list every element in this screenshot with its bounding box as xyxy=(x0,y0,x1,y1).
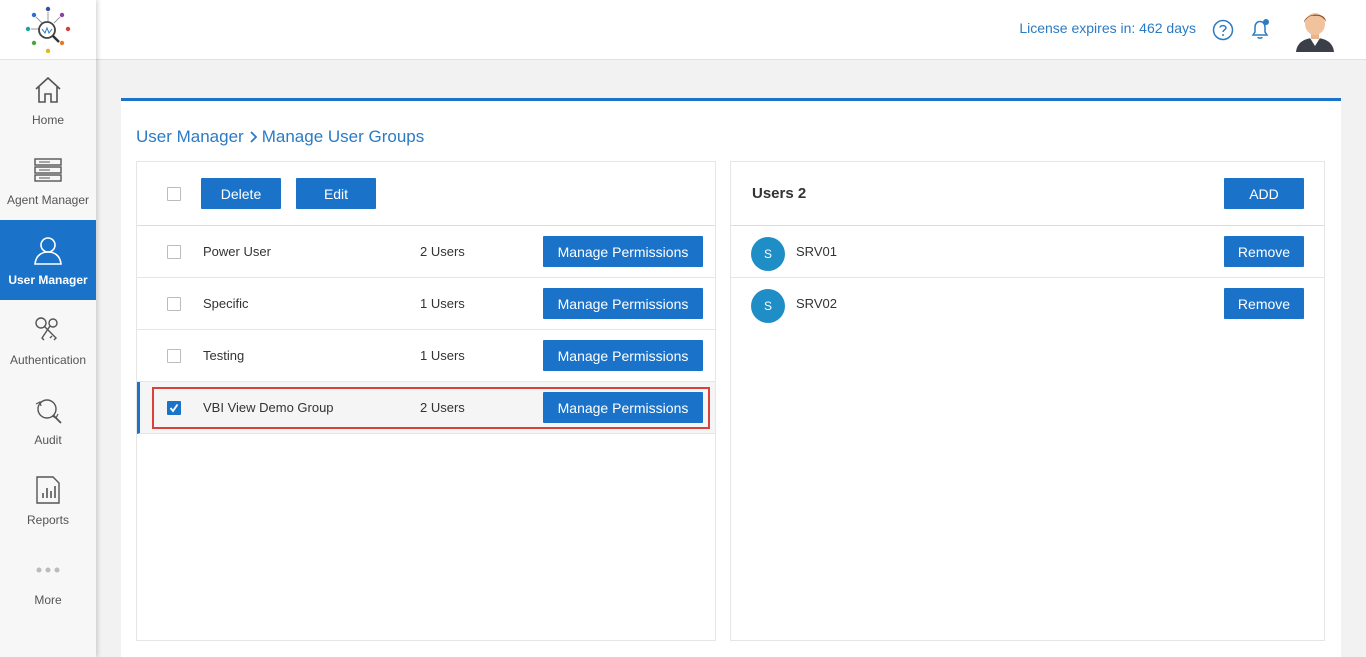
home-icon xyxy=(31,73,65,107)
edit-button[interactable]: Edit xyxy=(296,178,376,209)
server-icon xyxy=(31,153,65,187)
sidebar-item-label: Agent Manager xyxy=(6,193,90,207)
group-name: Testing xyxy=(203,348,245,363)
manage-permissions-button[interactable]: Manage Permissions xyxy=(543,392,703,423)
group-row[interactable]: Specific 1 Users Manage Permissions xyxy=(137,278,715,330)
user-name: SRV02 xyxy=(796,296,837,311)
sidebar-item-label: Authentication xyxy=(9,353,87,367)
group-row[interactable]: Testing 1 Users Manage Permissions xyxy=(137,330,715,382)
user-row: S SRV02 Remove xyxy=(731,278,1324,330)
user-avatar[interactable] xyxy=(1292,6,1338,52)
user-name: SRV01 xyxy=(796,244,837,259)
sidebar-item-audit[interactable]: Audit xyxy=(0,380,96,460)
notification-bell-icon[interactable] xyxy=(1248,17,1272,41)
group-name: Specific xyxy=(203,296,249,311)
logo-icon xyxy=(25,6,71,53)
select-all-checkbox[interactable] xyxy=(167,187,181,201)
remove-user-button[interactable]: Remove xyxy=(1224,236,1304,267)
remove-user-button[interactable]: Remove xyxy=(1224,288,1304,319)
delete-button[interactable]: Delete xyxy=(201,178,281,209)
chevron-right-icon xyxy=(249,131,259,143)
keys-icon xyxy=(31,313,65,347)
group-name: VBI View Demo Group xyxy=(203,400,334,415)
sidebar: Home Agent Manager User Manager Authenti… xyxy=(0,0,96,657)
manage-permissions-button[interactable]: Manage Permissions xyxy=(543,288,703,319)
sidebar-item-label: More xyxy=(34,593,62,607)
group-checkbox[interactable] xyxy=(167,349,181,363)
audit-search-icon xyxy=(31,393,65,427)
users-title: Users 2 xyxy=(752,185,807,202)
group-row[interactable]: Power User 2 Users Manage Permissions xyxy=(137,226,715,278)
more-dots-icon xyxy=(31,553,65,587)
users-panel: Users 2 ADD S SRV01 Remove S SRV02 Remov… xyxy=(730,161,1325,641)
groups-panel: Delete Edit Power User 2 Users Manage Pe… xyxy=(136,161,716,641)
breadcrumb-parent-link[interactable]: User Manager xyxy=(136,127,244,147)
sidebar-item-agent-manager[interactable]: Agent Manager xyxy=(0,140,96,220)
group-checkbox-checked[interactable] xyxy=(167,401,181,415)
sidebar-item-label: Reports xyxy=(26,513,70,527)
group-user-count: 1 Users xyxy=(420,296,465,311)
sidebar-item-more[interactable]: More xyxy=(0,540,96,620)
sidebar-item-home[interactable]: Home xyxy=(0,60,96,140)
manage-permissions-button[interactable]: Manage Permissions xyxy=(543,340,703,371)
manage-permissions-button[interactable]: Manage Permissions xyxy=(543,236,703,267)
user-icon xyxy=(31,233,65,267)
sidebar-item-label: Home xyxy=(31,113,64,127)
breadcrumb-current: Manage User Groups xyxy=(261,127,425,146)
breadcrumb: User Manager Manage User Groups xyxy=(136,127,424,147)
group-checkbox[interactable] xyxy=(167,245,181,259)
add-user-button[interactable]: ADD xyxy=(1224,178,1304,209)
groups-toolbar: Delete Edit xyxy=(137,162,715,226)
check-icon xyxy=(169,403,179,413)
license-status: License expires in: 462 days xyxy=(1019,20,1196,36)
main-panel: User Manager Manage User Groups Delete E… xyxy=(121,98,1341,657)
help-icon[interactable] xyxy=(1212,19,1234,41)
top-bar: License expires in: 462 days xyxy=(96,0,1366,60)
sidebar-item-authentication[interactable]: Authentication xyxy=(0,300,96,380)
group-checkbox[interactable] xyxy=(167,297,181,311)
group-name: Power User xyxy=(203,244,271,259)
users-header: Users 2 ADD xyxy=(731,162,1324,226)
group-row-selected[interactable]: VBI View Demo Group 2 Users Manage Permi… xyxy=(137,382,715,434)
sidebar-item-reports[interactable]: Reports xyxy=(0,460,96,540)
sidebar-item-label: Audit xyxy=(34,433,62,447)
report-chart-icon xyxy=(31,473,65,507)
group-user-count: 2 Users xyxy=(420,244,465,259)
app-logo[interactable] xyxy=(0,0,96,60)
group-user-count: 1 Users xyxy=(420,348,465,363)
sidebar-item-label: User Manager xyxy=(8,273,88,287)
user-initial-avatar: S xyxy=(751,289,785,323)
user-row: S SRV01 Remove xyxy=(731,226,1324,278)
user-initial-avatar: S xyxy=(751,237,785,271)
sidebar-item-user-manager[interactable]: User Manager xyxy=(0,220,96,300)
group-user-count: 2 Users xyxy=(420,400,465,415)
